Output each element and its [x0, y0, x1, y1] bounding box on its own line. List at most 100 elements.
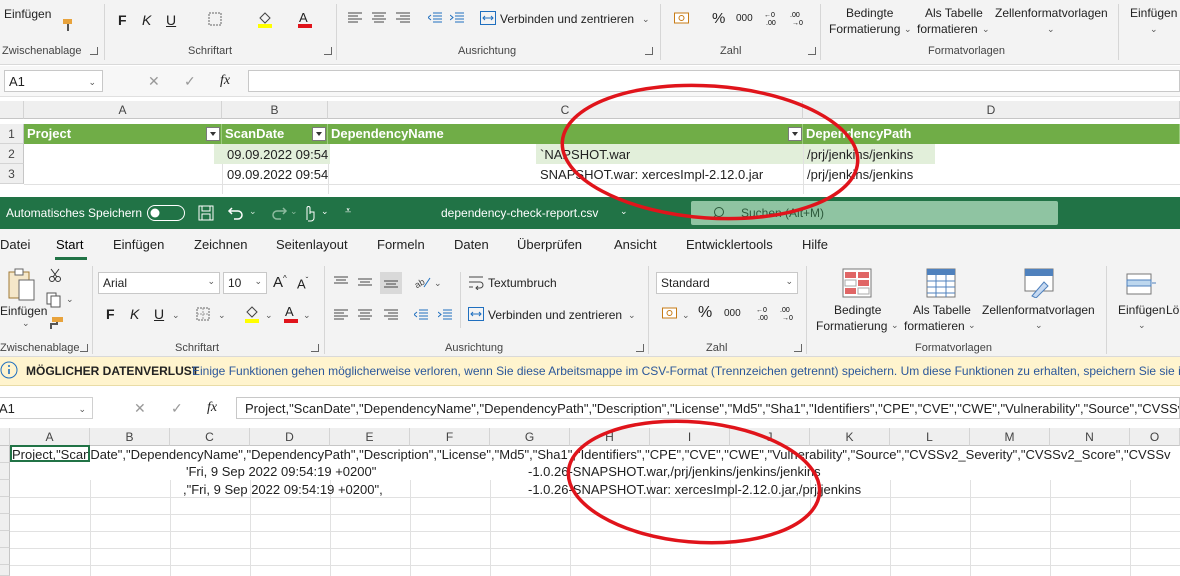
chevron-down-icon[interactable]: ⌄: [642, 14, 650, 25]
column-header[interactable]: L: [890, 428, 970, 446]
chevron-down-icon[interactable]: ⌄: [891, 320, 899, 331]
increase-decimal-icon[interactable]: ←0.00: [756, 304, 774, 322]
chevron-down-icon[interactable]: ⌄: [303, 310, 311, 321]
chevron-down-icon[interactable]: ⌄: [628, 310, 636, 321]
fx-icon[interactable]: fx: [220, 73, 230, 89]
percent-button[interactable]: %: [698, 304, 712, 322]
back-conditional-format-label-1[interactable]: Bedingte: [846, 6, 893, 20]
font-color-icon[interactable]: A: [296, 10, 314, 28]
chevron-down-icon[interactable]: ⌄: [1035, 320, 1043, 331]
dialog-launcher-icon[interactable]: [311, 344, 319, 352]
merge-center-icon[interactable]: [468, 307, 484, 321]
chevron-down-icon[interactable]: ⌄: [66, 294, 74, 305]
tab-zeichnen[interactable]: Zeichnen: [194, 237, 247, 252]
fill-color-icon[interactable]: [243, 304, 261, 324]
cell-row3-dependency[interactable]: -1.0.26-SNAPSHOT.war: xercesImpl-2.12.0.…: [528, 482, 861, 497]
chevron-down-icon[interactable]: ⌄: [434, 278, 442, 289]
column-header[interactable]: I: [650, 428, 730, 446]
paste-button[interactable]: Einfügen: [0, 304, 47, 318]
row-header[interactable]: [0, 531, 10, 548]
thousands-button[interactable]: 000: [724, 308, 741, 319]
orientation-icon[interactable]: ab: [413, 274, 432, 290]
row-header[interactable]: 2: [0, 144, 24, 164]
font-name-select[interactable]: Arial ⌄: [98, 272, 220, 294]
back-paste-button[interactable]: Einfügen: [4, 7, 51, 21]
column-header[interactable]: N: [1050, 428, 1130, 446]
filter-dropdown-icon[interactable]: [206, 127, 220, 141]
chevron-down-icon[interactable]: ⌄: [88, 71, 96, 93]
name-box[interactable]: A1 ⌄: [0, 397, 93, 419]
conditional-format-label-2[interactable]: Formatierung: [816, 319, 887, 333]
cell-row3-date[interactable]: ,"Fri, 9 Sep 2022 09:54:19 +0200",: [183, 482, 383, 497]
back-format-table-label-2[interactable]: formatieren: [917, 22, 978, 36]
chevron-down-icon[interactable]: ⌄: [207, 276, 215, 287]
column-header[interactable]: J: [730, 428, 810, 446]
row-header[interactable]: [0, 446, 10, 463]
back-percent-button[interactable]: %: [712, 10, 725, 27]
format-table-label-2[interactable]: formatieren: [904, 319, 965, 333]
save-icon[interactable]: [198, 205, 214, 221]
font-size-select[interactable]: 10 ⌄: [223, 272, 267, 294]
align-bottom-button[interactable]: [380, 272, 402, 294]
chevron-down-icon[interactable]: ⌄: [785, 276, 793, 287]
column-header[interactable]: H: [570, 428, 650, 446]
row-header[interactable]: 3: [0, 164, 24, 184]
number-format-select[interactable]: Standard ⌄: [656, 272, 798, 294]
chevron-down-icon[interactable]: ⌄: [78, 398, 86, 420]
back-insert-cells-button[interactable]: Einfügen: [1130, 6, 1177, 20]
select-all-corner[interactable]: [0, 428, 10, 446]
column-header[interactable]: C: [328, 101, 803, 119]
decrease-indent-icon[interactable]: [413, 309, 428, 321]
back-thousands-button[interactable]: 000: [736, 13, 753, 24]
conditional-format-label-1[interactable]: Bedingte: [834, 303, 881, 317]
search-box[interactable]: Suchen (Alt+M): [691, 201, 1058, 225]
filter-dropdown-icon[interactable]: [312, 127, 326, 141]
table-header-project[interactable]: Project: [24, 124, 222, 144]
conditional-formatting-icon[interactable]: [842, 268, 872, 298]
chevron-down-icon[interactable]: ⌄: [620, 206, 628, 217]
back-conditional-format-label-2[interactable]: Formatierung: [829, 22, 900, 36]
chevron-down-icon[interactable]: ⌄: [682, 310, 690, 321]
chevron-down-icon[interactable]: ⌄: [254, 276, 262, 287]
font-color-icon[interactable]: A: [282, 304, 300, 324]
row-header[interactable]: [0, 497, 10, 514]
cell-dependencyname[interactable]: `NAPSHOT.war: [540, 147, 630, 162]
format-painter-icon[interactable]: [62, 18, 76, 32]
italic-button[interactable]: K: [130, 306, 139, 322]
increase-decimal-icon[interactable]: ←0.00: [764, 10, 782, 27]
column-header[interactable]: D: [250, 428, 330, 446]
chevron-down-icon[interactable]: ⌄: [249, 206, 257, 217]
align-right-icon[interactable]: [396, 12, 410, 24]
cancel-icon[interactable]: ✕: [134, 400, 146, 417]
align-center-icon[interactable]: [358, 309, 372, 321]
chevron-down-icon[interactable]: ⌄: [218, 310, 226, 321]
align-center-icon[interactable]: [372, 12, 386, 24]
column-header[interactable]: O: [1130, 428, 1180, 446]
format-painter-icon[interactable]: [48, 316, 64, 330]
row-header[interactable]: 1: [0, 124, 24, 144]
row-header[interactable]: [0, 480, 10, 497]
column-header[interactable]: E: [330, 428, 410, 446]
tab-datei[interactable]: Datei: [0, 237, 30, 252]
cell-row2-dependency[interactable]: -1.0.26-SNAPSHOT.war,/prj/jenkins/jenkin…: [528, 464, 821, 479]
column-header[interactable]: D: [803, 101, 1180, 119]
increase-indent-icon[interactable]: [437, 309, 452, 321]
column-header[interactable]: A: [24, 101, 222, 119]
chevron-down-icon[interactable]: ⌄: [1138, 320, 1146, 331]
message-text[interactable]: Einige Funktionen gehen möglicherweise v…: [192, 364, 1180, 378]
tab-hilfe[interactable]: Hilfe: [802, 237, 828, 252]
dialog-launcher-icon[interactable]: [808, 47, 816, 55]
cell-dependencypath[interactable]: /prj/jenkins/jenkins: [807, 167, 935, 182]
chevron-down-icon[interactable]: ⌄: [172, 310, 180, 321]
column-header[interactable]: M: [970, 428, 1050, 446]
row-header[interactable]: [0, 548, 10, 565]
row-header[interactable]: [0, 463, 10, 480]
undo-icon[interactable]: [227, 205, 245, 221]
increase-font-size-icon[interactable]: A^: [273, 274, 287, 291]
chevron-down-icon[interactable]: ⌄: [982, 24, 990, 35]
chevron-down-icon[interactable]: ⌄: [22, 318, 30, 329]
dialog-launcher-icon[interactable]: [80, 344, 88, 352]
cell-dependencypath[interactable]: /prj/jenkins/jenkins: [807, 147, 935, 162]
dialog-launcher-icon[interactable]: [794, 344, 802, 352]
column-header[interactable]: K: [810, 428, 890, 446]
